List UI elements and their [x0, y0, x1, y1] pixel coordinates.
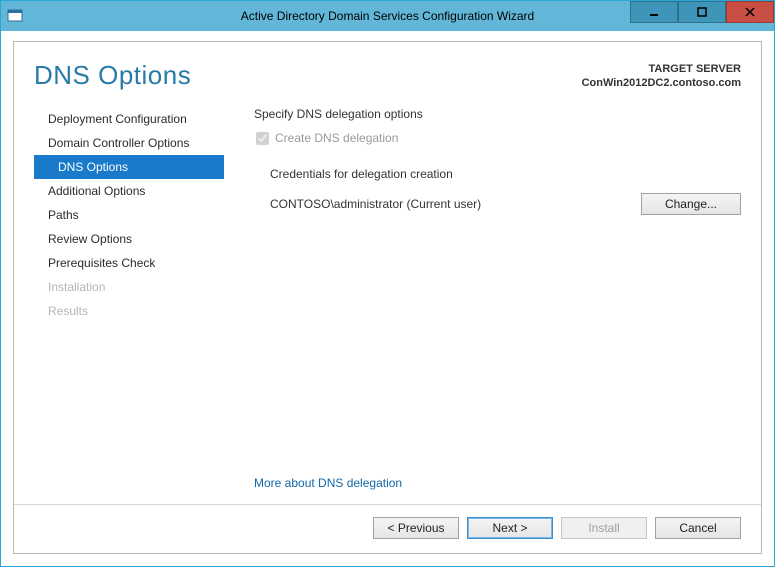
inner-frame: DNS Options TARGET SERVER ConWin2012DC2.… — [13, 41, 762, 554]
sidebar-item-domain-controller-options[interactable]: Domain Controller Options — [34, 131, 224, 155]
change-credentials-button[interactable]: Change... — [641, 193, 741, 215]
main-pane: Specify DNS delegation options Create DN… — [224, 101, 741, 498]
page-title: DNS Options — [34, 60, 191, 91]
sidebar-item-results: Results — [34, 299, 224, 323]
more-about-dns-delegation-link[interactable]: More about DNS delegation — [254, 476, 741, 498]
create-dns-delegation-row: Create DNS delegation — [256, 131, 741, 145]
spacer — [254, 215, 741, 476]
cancel-button[interactable]: Cancel — [655, 517, 741, 539]
wizard-sidebar: Deployment Configuration Domain Controll… — [34, 101, 224, 498]
install-button: Install — [561, 517, 647, 539]
sidebar-item-review-options[interactable]: Review Options — [34, 227, 224, 251]
sidebar-item-deployment-configuration[interactable]: Deployment Configuration — [34, 107, 224, 131]
close-button[interactable] — [726, 1, 774, 23]
target-server-block: TARGET SERVER ConWin2012DC2.contoso.com — [582, 60, 741, 90]
app-icon — [7, 8, 23, 24]
sidebar-item-additional-options[interactable]: Additional Options — [34, 179, 224, 203]
create-dns-delegation-checkbox — [256, 132, 269, 145]
titlebar: Active Directory Domain Services Configu… — [1, 1, 774, 31]
next-button[interactable]: Next > — [467, 517, 553, 539]
sidebar-item-paths[interactable]: Paths — [34, 203, 224, 227]
target-server-label: TARGET SERVER — [582, 62, 741, 76]
wizard-window: Active Directory Domain Services Configu… — [0, 0, 775, 567]
previous-button[interactable]: < Previous — [373, 517, 459, 539]
sidebar-item-installation: Installation — [34, 275, 224, 299]
window-controls — [630, 1, 774, 31]
footer-bar: < Previous Next > Install Cancel — [14, 504, 761, 553]
create-dns-delegation-label: Create DNS delegation — [275, 131, 398, 145]
header-row: DNS Options TARGET SERVER ConWin2012DC2.… — [14, 42, 761, 101]
sidebar-item-prerequisites-check[interactable]: Prerequisites Check — [34, 251, 224, 275]
body-columns: Deployment Configuration Domain Controll… — [14, 101, 761, 504]
credentials-row: CONTOSO\administrator (Current user) Cha… — [270, 193, 741, 215]
target-server-value: ConWin2012DC2.contoso.com — [582, 76, 741, 90]
credentials-section-label: Credentials for delegation creation — [270, 167, 741, 181]
maximize-button[interactable] — [678, 1, 726, 23]
content-shell: DNS Options TARGET SERVER ConWin2012DC2.… — [1, 31, 774, 566]
sidebar-item-dns-options[interactable]: DNS Options — [34, 155, 224, 179]
credentials-value: CONTOSO\administrator (Current user) — [270, 197, 629, 211]
minimize-button[interactable] — [630, 1, 678, 23]
section-label: Specify DNS delegation options — [254, 107, 741, 121]
